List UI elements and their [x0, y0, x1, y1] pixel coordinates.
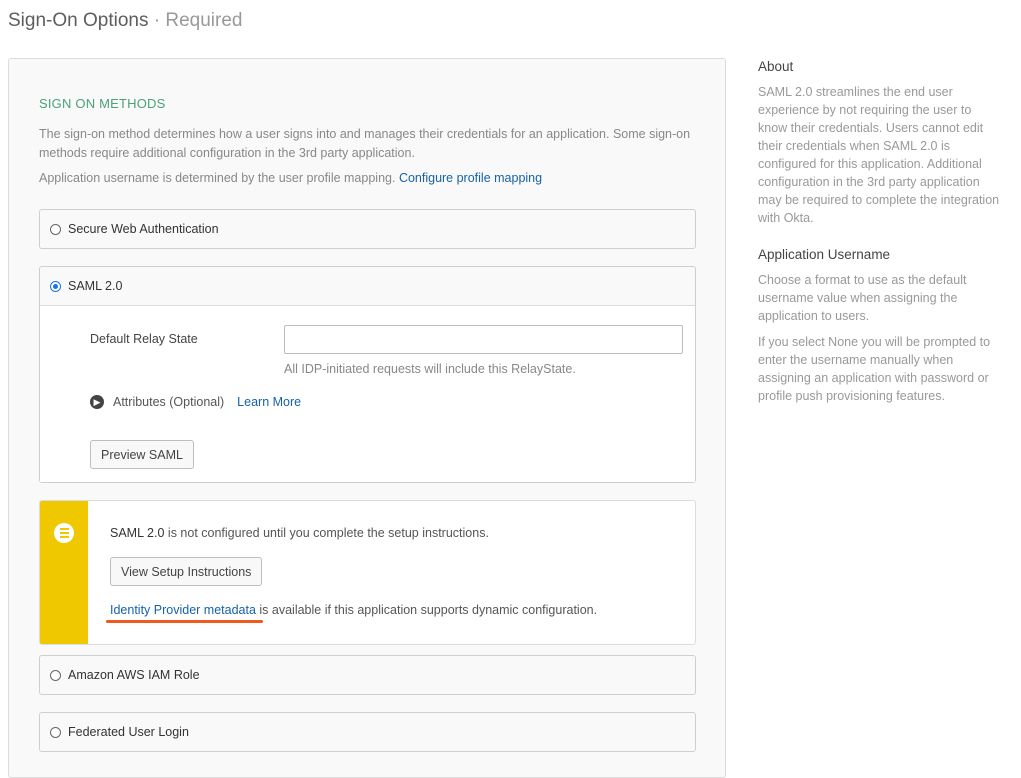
callout-message-text: is not configured until you complete the… [164, 526, 489, 540]
relay-state-input[interactable] [284, 325, 683, 354]
about-section: About SAML 2.0 streamlines the end user … [758, 59, 1003, 227]
username-note-text: Application username is determined by th… [39, 171, 396, 185]
sign-on-methods-panel: SIGN ON METHODS The sign-on method deter… [8, 58, 726, 778]
method-option-swa[interactable]: Secure Web Authentication [39, 209, 696, 249]
method-header-aws[interactable]: Amazon AWS IAM Role [40, 656, 695, 694]
application-username-text: Choose a format to use as the default us… [758, 273, 967, 323]
page-subtitle: Required [165, 10, 243, 31]
saml-radio[interactable] [50, 280, 61, 292]
method-header-swa[interactable]: Secure Web Authentication [40, 210, 695, 248]
metadata-highlight-underline [106, 620, 263, 623]
about-title: About [758, 59, 794, 74]
page-title-main: Sign-On Options [8, 10, 149, 31]
learn-more-link[interactable]: Learn More [237, 395, 301, 409]
federated-radio[interactable] [50, 726, 61, 738]
application-username-section: Application Username Choose a format to … [758, 247, 1003, 405]
relay-state-label: Default Relay State [90, 332, 198, 346]
page-title: Sign-On Options · Required [8, 10, 242, 32]
application-username-none-text: If you select None you will be prompted … [758, 335, 991, 403]
attributes-label[interactable]: Attributes (Optional) [113, 395, 224, 409]
setup-callout: SAML 2.0 is not configured until you com… [39, 500, 696, 645]
callout-saml-name: SAML 2.0 [110, 526, 165, 540]
relay-state-hint: All IDP-initiated requests will include … [284, 362, 576, 376]
configure-profile-mapping-link[interactable]: Configure profile mapping [399, 171, 542, 185]
method-option-aws[interactable]: Amazon AWS IAM Role [39, 655, 696, 695]
list-icon [54, 523, 74, 543]
metadata-note-text: is available if this application support… [255, 603, 598, 617]
about-text: SAML 2.0 streamlines the end user experi… [758, 85, 1000, 225]
saml-label: SAML 2.0 [68, 279, 123, 293]
federated-label: Federated User Login [68, 725, 189, 739]
method-option-federated[interactable]: Federated User Login [39, 712, 696, 752]
callout-message: SAML 2.0 is not configured until you com… [110, 526, 489, 540]
section-description: The sign-on method determines how a user… [39, 127, 691, 160]
swa-label: Secure Web Authentication [68, 222, 219, 236]
attributes-row: ▶ Attributes (Optional) Learn More [90, 395, 301, 409]
saml-config-body: Default Relay State All IDP-initiated re… [40, 305, 695, 482]
callout-stripe [40, 501, 88, 644]
metadata-note: Identity Provider metadata is available … [110, 603, 597, 617]
swa-radio[interactable] [50, 223, 61, 235]
aws-radio[interactable] [50, 669, 61, 681]
identity-provider-metadata-link[interactable]: Identity Provider metadata [110, 603, 256, 617]
method-header-saml[interactable]: SAML 2.0 [40, 267, 695, 305]
section-heading: SIGN ON METHODS [39, 96, 166, 111]
application-username-title: Application Username [758, 247, 891, 262]
aws-label: Amazon AWS IAM Role [68, 668, 200, 682]
method-header-federated[interactable]: Federated User Login [40, 713, 695, 751]
method-option-saml: SAML 2.0 Default Relay State All IDP-ini… [39, 266, 696, 483]
preview-saml-button[interactable]: Preview SAML [90, 440, 194, 469]
view-setup-instructions-button[interactable]: View Setup Instructions [110, 557, 263, 586]
username-note: Application username is determined by th… [39, 171, 542, 185]
chevron-right-icon[interactable]: ▶ [90, 395, 104, 409]
title-separator: · [153, 10, 161, 31]
